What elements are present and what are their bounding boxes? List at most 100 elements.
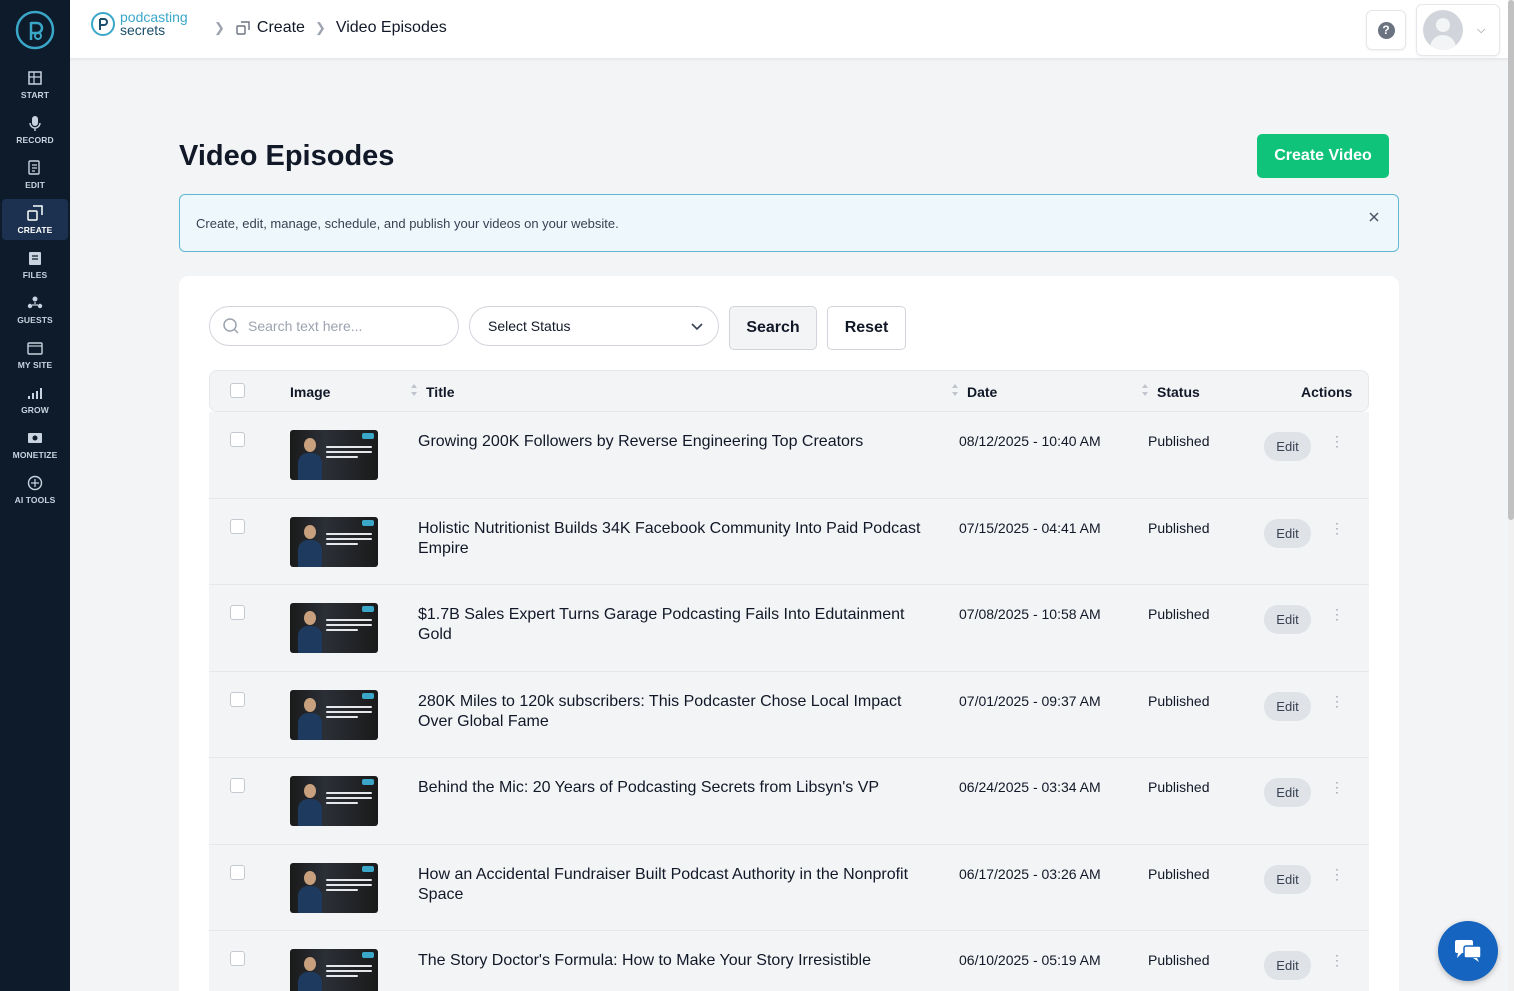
search-input[interactable] <box>248 318 448 334</box>
sidebar-item-monetize[interactable]: MONETIZE <box>2 424 68 465</box>
sidebar-item-grow[interactable]: GROW <box>2 379 68 420</box>
episode-thumbnail[interactable] <box>290 430 378 480</box>
scrollbar-thumb[interactable] <box>1508 0 1514 520</box>
table-row[interactable]: Growing 200K Followers by Reverse Engine… <box>209 412 1369 499</box>
sidebar: START RECORD EDIT CREATE FILES GUESTS MY SITE G… <box>0 0 70 991</box>
sort-icon[interactable] <box>410 383 418 397</box>
column-date[interactable]: Date <box>967 384 997 400</box>
row-checkbox[interactable] <box>230 864 245 880</box>
episode-date: 06/24/2025 - 03:34 AM <box>959 779 1101 795</box>
thumbnail-title-text <box>326 619 372 634</box>
column-title[interactable]: Title <box>426 384 455 400</box>
thumbnail-logo-icon <box>362 692 374 699</box>
row-checkbox[interactable] <box>230 951 245 966</box>
episode-title[interactable]: 280K Miles to 120k subscribers: This Pod… <box>418 692 928 732</box>
sidebar-item-files[interactable]: FILES <box>2 244 68 285</box>
sort-icon[interactable] <box>1141 383 1149 397</box>
sidebar-item-my-site[interactable]: MY SITE <box>2 334 68 375</box>
more-options-icon[interactable]: ⋮ <box>1330 521 1344 540</box>
search-button[interactable]: Search <box>729 306 817 350</box>
table-row[interactable]: Behind the Mic: 20 Years of Podcasting S… <box>209 758 1369 845</box>
sidebar-item-record[interactable]: RECORD <box>2 109 68 150</box>
avatar <box>1423 10 1463 50</box>
sort-icon[interactable] <box>951 383 959 397</box>
status-select[interactable]: Select Status <box>469 306 719 346</box>
search-field[interactable] <box>209 306 459 346</box>
edit-button[interactable]: Edit <box>1264 778 1311 807</box>
sidebar-item-edit[interactable]: EDIT <box>2 154 68 195</box>
more-options-icon[interactable]: ⋮ <box>1330 780 1344 799</box>
episode-thumbnail[interactable] <box>290 516 378 567</box>
page-scrollbar[interactable] <box>1508 0 1514 991</box>
episode-status: Published <box>1148 692 1210 709</box>
episode-title[interactable]: The Story Doctor's Formula: How to Make … <box>418 951 928 971</box>
more-options-icon[interactable]: ⋮ <box>1330 434 1344 453</box>
user-menu-button[interactable]: ⌵ <box>1416 4 1500 56</box>
table-row[interactable]: 280K Miles to 120k subscribers: This Pod… <box>209 671 1369 758</box>
episode-thumbnail[interactable] <box>290 949 378 991</box>
episode-thumbnail[interactable] <box>290 862 378 913</box>
thumbnail-person-image <box>298 870 322 913</box>
brand-logo[interactable]: podcasting secrets <box>90 10 188 37</box>
table-row[interactable]: Holistic Nutritionist Builds 34K Faceboo… <box>209 498 1369 585</box>
episode-date: 06/10/2025 - 05:19 AM <box>959 952 1101 968</box>
episode-thumbnail[interactable] <box>290 689 378 740</box>
episode-thumbnail[interactable] <box>290 603 378 653</box>
table-row[interactable]: How an Accidental Fundraiser Built Podca… <box>209 844 1369 931</box>
sidebar-item-create[interactable]: CREATE <box>2 199 68 240</box>
status-select-value: Select Status <box>488 318 571 334</box>
chat-widget-button[interactable] <box>1438 921 1498 981</box>
edit-button[interactable]: Edit <box>1264 864 1311 894</box>
more-options-icon[interactable]: ⋮ <box>1330 607 1344 626</box>
episode-title[interactable]: $1.7B Sales Expert Turns Garage Podcasti… <box>418 605 928 645</box>
episode-title[interactable]: Growing 200K Followers by Reverse Engine… <box>418 432 928 452</box>
app-logo-icon[interactable] <box>15 10 55 50</box>
more-options-icon[interactable]: ⋮ <box>1330 867 1344 886</box>
chat-icon <box>1455 940 1482 962</box>
edit-button[interactable]: Edit <box>1264 951 1311 980</box>
episode-title[interactable]: Behind the Mic: 20 Years of Podcasting S… <box>418 778 928 798</box>
episode-date: 07/15/2025 - 04:41 AM <box>959 519 1101 536</box>
thumbnail-person-image <box>298 524 322 567</box>
page-title: Video Episodes <box>179 140 395 172</box>
row-checkbox[interactable] <box>230 778 245 793</box>
edit-button[interactable]: Edit <box>1264 518 1311 548</box>
edit-button[interactable]: Edit <box>1264 605 1311 634</box>
close-icon[interactable] <box>1366 209 1382 225</box>
breadcrumb-chevron-icon: ❯ <box>314 20 326 35</box>
thumbnail-title-text <box>326 878 372 894</box>
column-status[interactable]: Status <box>1157 384 1200 400</box>
row-checkbox[interactable] <box>230 691 245 707</box>
more-options-icon[interactable]: ⋮ <box>1330 953 1344 972</box>
reset-button[interactable]: Reset <box>827 306 906 350</box>
sidebar-item-label: CREATE <box>17 225 53 235</box>
table-row[interactable]: The Story Doctor's Formula: How to Make … <box>209 931 1369 991</box>
create-icon <box>27 205 43 221</box>
episode-title[interactable]: How an Accidental Fundraiser Built Podca… <box>418 865 928 905</box>
episode-title[interactable]: Holistic Nutritionist Builds 34K Faceboo… <box>418 519 928 559</box>
sidebar-item-start[interactable]: START <box>2 64 68 105</box>
create-video-button[interactable]: Create Video <box>1257 134 1389 178</box>
info-banner: Create, edit, manage, schedule, and publ… <box>179 194 1399 252</box>
column-actions: Actions <box>1301 384 1353 400</box>
episode-date: 06/17/2025 - 03:26 AM <box>959 865 1101 882</box>
thumbnail-title-text <box>326 532 372 548</box>
edit-button[interactable]: Edit <box>1264 691 1311 721</box>
breadcrumb-create[interactable]: Create <box>257 19 305 37</box>
sidebar-item-guests[interactable]: GUESTS <box>2 289 68 330</box>
thumbnail-person-image <box>298 438 322 480</box>
row-checkbox[interactable] <box>230 518 245 534</box>
episode-thumbnail[interactable] <box>290 776 378 826</box>
breadcrumb-chevron-icon: ❯ <box>214 20 225 35</box>
table-header: Image Title Date Status Actions <box>209 370 1369 412</box>
help-button[interactable]: ? <box>1366 10 1406 50</box>
edit-button[interactable]: Edit <box>1264 432 1311 461</box>
select-all-checkbox[interactable] <box>230 383 245 398</box>
table-row[interactable]: $1.7B Sales Expert Turns Garage Podcasti… <box>209 585 1369 672</box>
more-options-icon[interactable]: ⋮ <box>1330 694 1344 713</box>
sidebar-item-ai-tools[interactable]: AI TOOLS <box>2 469 68 510</box>
sidebar-item-label: MY SITE <box>17 360 53 370</box>
row-checkbox[interactable] <box>230 605 245 620</box>
sidebar-item-label: START <box>20 90 50 100</box>
row-checkbox[interactable] <box>230 432 245 447</box>
